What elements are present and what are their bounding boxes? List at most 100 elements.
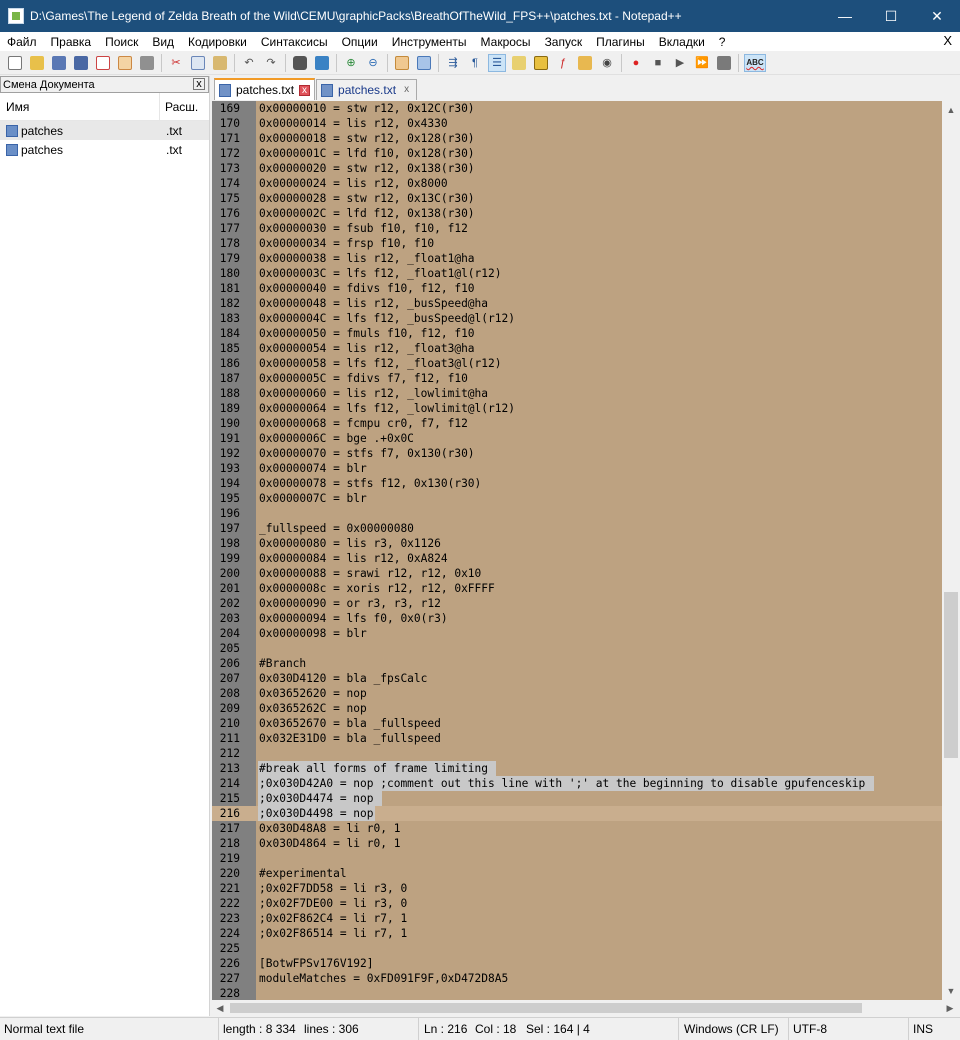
stop-record-icon[interactable]: ■ [649,54,667,72]
editor-line[interactable]: 223 ;0x02F862C4 = li r7, 1 [212,911,942,926]
doc-map-icon[interactable] [532,54,550,72]
record-macro-icon[interactable]: ● [627,54,645,72]
editor-line[interactable]: 226 [BotwFPSv176V192] [212,956,942,971]
tab-close-button[interactable]: x [299,84,311,96]
word-wrap-icon[interactable]: ⇶ [444,54,462,72]
editor-line[interactable]: 176 0x0000002C = lfd f12, 0x138(r30) [212,206,942,221]
editor-line[interactable]: 221 ;0x02F7DD58 = li r3, 0 [212,881,942,896]
notepadpp-app-icon[interactable] [8,8,24,24]
editor-line[interactable]: 225 [212,941,942,956]
copy-icon[interactable] [189,54,207,72]
editor-line[interactable]: 224 ;0x02F86514 = li r7, 1 [212,926,942,941]
editor-line[interactable]: 212 [212,746,942,761]
language-icon[interactable] [510,54,528,72]
menu-run[interactable]: Запуск [538,35,590,49]
zoom-in-icon[interactable]: ⊕ [342,54,360,72]
menu-settings[interactable]: Опции [335,35,385,49]
close-document-button[interactable]: X [943,33,952,48]
editor-line[interactable]: 222 ;0x02F7DE00 = li r3, 0 [212,896,942,911]
vertical-scroll-thumb[interactable] [944,592,958,758]
close-panel-button[interactable]: x [193,78,205,90]
undo-icon[interactable]: ↶ [240,54,258,72]
run-macro-multiple-icon[interactable]: ⏩ [693,54,711,72]
editor-line[interactable]: 198 0x00000080 = lis r3, 0x1126 [212,536,942,551]
column-header-extension[interactable]: Расш. [160,100,198,114]
editor-line[interactable]: 179 0x00000038 = lis r12, _float1@ha [212,251,942,266]
menu-search[interactable]: Поиск [98,35,145,49]
editor-line[interactable]: 218 0x030D4864 = li r0, 1 [212,836,942,851]
tab-patches[interactable]: patches.txt x [316,79,418,100]
scroll-right-arrow-icon[interactable]: ▶ [942,1000,958,1016]
tab-close-button[interactable]: x [401,84,412,96]
editor-line[interactable]: 169 0x00000010 = stw r12, 0x12C(r30) [212,101,942,116]
paste-icon[interactable] [211,54,229,72]
editor-line[interactable]: 181 0x00000040 = fdivs f10, f12, f10 [212,281,942,296]
editor-line[interactable]: 202 0x00000090 = or r3, r3, r12 [212,596,942,611]
sync-horizontal-icon[interactable] [415,54,433,72]
close-all-icon[interactable] [116,54,134,72]
editor-line[interactable]: 206 #Branch [212,656,942,671]
maximize-button[interactable]: ☐ [868,0,914,32]
editor-line[interactable]: 203 0x00000094 = lfs f0, 0x0(r3) [212,611,942,626]
column-header-name[interactable]: Имя [0,93,160,120]
editor-line[interactable]: 195 0x0000007C = blr [212,491,942,506]
editor-line[interactable]: 208 0x03652620 = nop [212,686,942,701]
editor-line[interactable]: 190 0x00000068 = fcmpu cr0, f7, f12 [212,416,942,431]
find-icon[interactable] [291,54,309,72]
status-eol-format[interactable]: Windows (CR LF) [678,1018,788,1040]
editor-line[interactable]: 192 0x00000070 = stfs f7, 0x130(r30) [212,446,942,461]
spellcheck-icon[interactable]: ABC [744,53,766,72]
menu-help[interactable]: ? [712,35,733,49]
editor-line[interactable]: 171 0x00000018 = stw r12, 0x128(r30) [212,131,942,146]
editor-line[interactable]: 200 0x00000088 = srawi r12, r12, 0x10 [212,566,942,581]
menu-plugins[interactable]: Плагины [589,35,652,49]
horizontal-scroll-thumb[interactable] [230,1003,862,1013]
editor-line[interactable]: 227 moduleMatches = 0xFD091F9F,0xD472D8A5 [212,971,942,986]
editor-line[interactable]: 199 0x00000084 = lis r12, 0xA824 [212,551,942,566]
redo-icon[interactable]: ↷ [262,54,280,72]
editor-line[interactable]: 175 0x00000028 = stw r12, 0x13C(r30) [212,191,942,206]
editor-line[interactable]: 220 #experimental [212,866,942,881]
editor-line[interactable]: 213 #break all forms of frame limiting [212,761,942,776]
indent-guide-icon[interactable]: ☰ [488,53,506,72]
scroll-left-arrow-icon[interactable]: ◀ [212,1000,228,1016]
editor-line[interactable]: 207 0x030D4120 = bla _fpsCalc [212,671,942,686]
horizontal-scrollbar[interactable]: ◀ ▶ [212,1000,953,1016]
editor-line[interactable]: 182 0x00000048 = lis r12, _busSpeed@ha [212,296,942,311]
editor-line[interactable]: 201 0x0000008c = xoris r12, r12, 0xFFFF [212,581,942,596]
text-editor[interactable]: 169 0x00000010 = stw r12, 0x12C(r30) 170 0x… [212,101,942,1000]
editor-line[interactable]: 170 0x00000014 = lis r12, 0x4330 [212,116,942,131]
show-all-chars-icon[interactable]: ¶ [466,54,484,72]
editor-line[interactable]: 184 0x00000050 = fmuls f10, f12, f10 [212,326,942,341]
close-file-icon[interactable] [94,54,112,72]
editor-line[interactable]: 189 0x00000064 = lfs f12, _lowlimit@l(r12… [212,401,942,416]
editor-line[interactable]: 194 0x00000078 = stfs f12, 0x130(r30) [212,476,942,491]
editor-line[interactable]: 211 0x032E31D0 = bla _fullspeed [212,731,942,746]
document-list-item[interactable]: patches .txt [0,121,209,140]
editor-line[interactable]: 174 0x00000024 = lis r12, 0x8000 [212,176,942,191]
editor-line[interactable]: 215 ;0x030D4474 = nop [212,791,942,806]
status-encoding[interactable]: UTF-8 [788,1018,908,1040]
save-icon[interactable] [50,54,68,72]
editor-line[interactable]: 178 0x00000034 = frsp f10, f10 [212,236,942,251]
editor-current-line[interactable]: 216 ;0x030D4498 = nop [212,806,942,821]
editor-line[interactable]: 187 0x0000005C = fdivs f7, f12, f10 [212,371,942,386]
menu-view[interactable]: Вид [145,35,181,49]
editor-line[interactable]: 173 0x00000020 = stw r12, 0x138(r30) [212,161,942,176]
close-window-button[interactable]: ✕ [914,0,960,32]
save-all-icon[interactable] [72,54,90,72]
scroll-up-arrow-icon[interactable]: ▲ [942,101,960,119]
save-macro-icon[interactable] [715,54,733,72]
editor-line[interactable]: 197 _fullspeed = 0x00000080 [212,521,942,536]
print-icon[interactable] [138,54,156,72]
document-list-item[interactable]: patches .txt [0,140,209,159]
editor-line[interactable]: 228 [212,986,942,1000]
editor-line[interactable]: 214 ;0x030D42A0 = nop ;comment out this l… [212,776,942,791]
editor-line[interactable]: 186 0x00000058 = lfs f12, _float3@l(r12) [212,356,942,371]
editor-line[interactable]: 209 0x0365262C = nop [212,701,942,716]
editor-line[interactable]: 185 0x00000054 = lis r12, _float3@ha [212,341,942,356]
editor-line[interactable]: 205 [212,641,942,656]
editor-line[interactable]: 210 0x03652670 = bla _fullspeed [212,716,942,731]
editor-line[interactable]: 193 0x00000074 = blr [212,461,942,476]
editor-line[interactable]: 188 0x00000060 = lis r12, _lowlimit@ha [212,386,942,401]
